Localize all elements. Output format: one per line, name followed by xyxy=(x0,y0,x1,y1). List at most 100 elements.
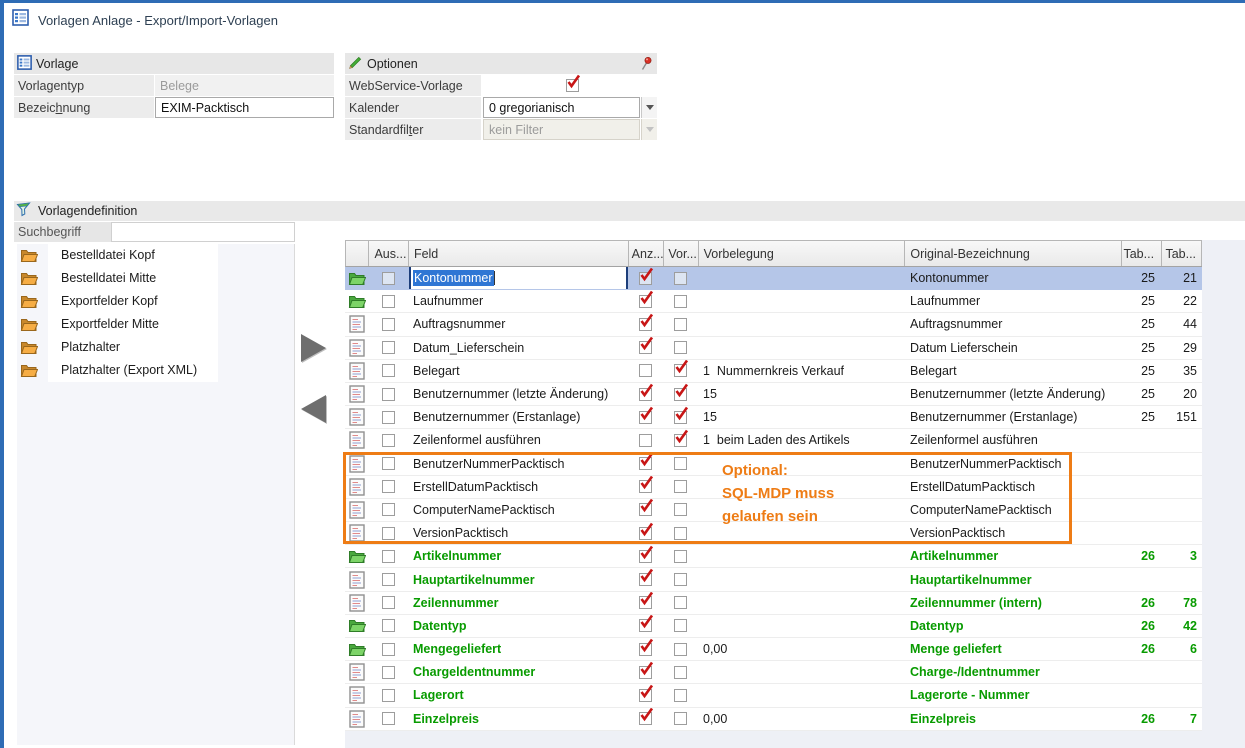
anz-checkbox[interactable] xyxy=(639,596,652,609)
table-row[interactable]: HauptartikelnummerHauptartikelnummer xyxy=(345,568,1202,591)
suchbegriff-input[interactable] xyxy=(111,222,295,242)
aus-checkbox[interactable] xyxy=(382,295,395,308)
feld-cell[interactable]: Einzelpreis xyxy=(408,708,628,730)
anz-checkbox[interactable] xyxy=(639,550,652,563)
table-row[interactable]: KontonummerKontonummer2521 xyxy=(345,267,1202,290)
sidebar-item-folder[interactable]: Platzhalter xyxy=(17,336,294,359)
table-row[interactable]: Benutzernummer (letzte Änderung)15Benutz… xyxy=(345,383,1202,406)
aus-checkbox[interactable] xyxy=(382,364,395,377)
anz-checkbox[interactable] xyxy=(639,388,652,401)
aus-checkbox[interactable] xyxy=(382,619,395,632)
anz-checkbox[interactable] xyxy=(639,712,652,725)
table-row[interactable]: LagerortLagerorte - Nummer xyxy=(345,684,1202,707)
table-row[interactable]: Belegart1 Nummernkreis VerkaufBelegart25… xyxy=(345,360,1202,383)
feld-edit-input[interactable]: Kontonummer xyxy=(409,267,628,289)
table-row[interactable]: Mengegeliefert0,00Menge geliefert266 xyxy=(345,638,1202,661)
sidebar-item-folder[interactable]: Platzhalter (Export XML) xyxy=(17,359,294,382)
col-header-tab1[interactable]: Tab... xyxy=(1122,241,1162,266)
anz-checkbox[interactable] xyxy=(639,318,652,331)
sidebar-item-folder[interactable]: Bestelldatei Mitte xyxy=(17,267,294,290)
vor-checkbox[interactable] xyxy=(674,573,687,586)
aus-checkbox[interactable] xyxy=(382,643,395,656)
anz-checkbox[interactable] xyxy=(639,619,652,632)
aus-checkbox[interactable] xyxy=(382,341,395,354)
feld-cell[interactable]: Kontonummer xyxy=(408,267,628,289)
vor-checkbox[interactable] xyxy=(674,411,687,424)
feld-cell[interactable]: Benutzernummer (Erstanlage) xyxy=(408,406,628,428)
feld-cell[interactable]: Mengegeliefert xyxy=(408,638,628,660)
aus-checkbox[interactable] xyxy=(382,596,395,609)
vor-checkbox[interactable] xyxy=(674,689,687,702)
table-row[interactable]: LaufnummerLaufnummer2522 xyxy=(345,290,1202,313)
aus-checkbox[interactable] xyxy=(382,573,395,586)
anz-checkbox[interactable] xyxy=(639,341,652,354)
table-row[interactable]: Benutzernummer (Erstanlage)15Benutzernum… xyxy=(345,406,1202,429)
aus-checkbox[interactable] xyxy=(382,434,395,447)
kalender-dropdown-button[interactable] xyxy=(641,97,657,118)
feld-cell[interactable]: Datentyp xyxy=(408,615,628,637)
col-header-tab2[interactable]: Tab... xyxy=(1162,241,1202,266)
feld-cell[interactable]: Lagerort xyxy=(408,684,628,706)
bezeichnung-input[interactable]: EXIM-Packtisch xyxy=(155,97,334,118)
table-row[interactable]: ZeilennummerZeilennummer (intern)2678 xyxy=(345,592,1202,615)
feld-cell[interactable]: Laufnummer xyxy=(408,290,628,312)
sidebar-item-folder[interactable]: Exportfelder Kopf xyxy=(17,290,294,313)
aus-checkbox[interactable] xyxy=(382,318,395,331)
feld-cell[interactable]: Benutzernummer (letzte Änderung) xyxy=(408,383,628,405)
kalender-select[interactable]: 0 gregorianisch xyxy=(483,97,640,118)
vor-checkbox[interactable] xyxy=(674,318,687,331)
aus-checkbox[interactable] xyxy=(382,550,395,563)
aus-checkbox[interactable] xyxy=(382,689,395,702)
feld-cell[interactable]: Chargeldentnummer xyxy=(408,661,628,683)
table-row[interactable]: Datum_LieferscheinDatum Lieferschein2529 xyxy=(345,337,1202,360)
anz-checkbox[interactable] xyxy=(639,295,652,308)
col-header-feld[interactable]: Feld xyxy=(409,241,629,266)
aus-checkbox[interactable] xyxy=(382,388,395,401)
col-header-vor[interactable]: Vor... xyxy=(664,241,699,266)
table-row[interactable]: Einzelpreis0,00Einzelpreis267 xyxy=(345,708,1202,731)
table-row[interactable]: ArtikelnummerArtikelnummer263 xyxy=(345,545,1202,568)
table-row[interactable]: ChargeldentnummerCharge-/Identnummer xyxy=(345,661,1202,684)
feld-cell[interactable]: Belegart xyxy=(408,360,628,382)
vor-checkbox[interactable] xyxy=(674,596,687,609)
vor-checkbox[interactable] xyxy=(674,666,687,679)
table-row[interactable]: AuftragsnummerAuftragsnummer2544 xyxy=(345,313,1202,336)
col-header-icon[interactable] xyxy=(346,241,369,266)
sidebar-item-folder[interactable]: Bestelldatei Kopf xyxy=(17,244,294,267)
anz-checkbox[interactable] xyxy=(639,666,652,679)
feld-cell[interactable]: Auftragsnummer xyxy=(408,313,628,335)
feld-cell[interactable]: Hauptartikelnummer xyxy=(408,568,628,590)
col-header-aus[interactable]: Aus... xyxy=(369,241,409,266)
sidebar-item-folder[interactable]: Exportfelder Mitte xyxy=(17,313,294,336)
vor-checkbox[interactable] xyxy=(674,388,687,401)
vor-checkbox[interactable] xyxy=(674,364,687,377)
vor-checkbox[interactable] xyxy=(674,619,687,632)
table-row[interactable]: Zeilenformel ausführen1 beim Laden des A… xyxy=(345,429,1202,452)
feld-cell[interactable]: Zeilennummer xyxy=(408,592,628,614)
aus-checkbox[interactable] xyxy=(382,712,395,725)
vor-checkbox[interactable] xyxy=(674,643,687,656)
vor-checkbox[interactable] xyxy=(674,295,687,308)
col-header-original-bezeichnung[interactable]: Original-Bezeichnung xyxy=(905,241,1122,266)
feld-cell[interactable]: Datum_Lieferschein xyxy=(408,337,628,359)
anz-checkbox[interactable] xyxy=(639,434,652,447)
aus-checkbox[interactable] xyxy=(382,272,395,285)
webservice-checkbox[interactable] xyxy=(566,79,579,92)
vor-checkbox[interactable] xyxy=(674,712,687,725)
table-row[interactable]: DatentypDatentyp2642 xyxy=(345,615,1202,638)
aus-checkbox[interactable] xyxy=(382,666,395,679)
aus-checkbox[interactable] xyxy=(382,411,395,424)
vor-checkbox[interactable] xyxy=(674,272,687,285)
anz-checkbox[interactable] xyxy=(639,411,652,424)
move-right-button[interactable] xyxy=(301,334,326,362)
vor-checkbox[interactable] xyxy=(674,434,687,447)
anz-checkbox[interactable] xyxy=(639,364,652,377)
pin-icon[interactable] xyxy=(640,56,652,74)
anz-checkbox[interactable] xyxy=(639,643,652,656)
col-header-vorbelegung[interactable]: Vorbelegung xyxy=(699,241,906,266)
move-left-button[interactable] xyxy=(301,395,326,423)
feld-cell[interactable]: Zeilenformel ausführen xyxy=(408,429,628,451)
anz-checkbox[interactable] xyxy=(639,573,652,586)
vor-checkbox[interactable] xyxy=(674,550,687,563)
feld-cell[interactable]: Artikelnummer xyxy=(408,545,628,567)
